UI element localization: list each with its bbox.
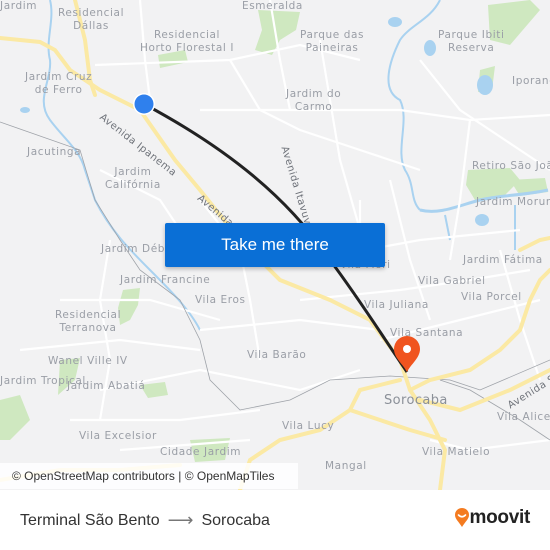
place-label: Cidade Jardim: [160, 446, 242, 458]
place-label: Jardim Morumbi: [476, 196, 550, 208]
place-label: Residencial Terranova: [55, 309, 122, 334]
brand-name: moovit: [469, 507, 531, 528]
place-label: Retiro São João: [472, 160, 550, 172]
destination-name: Sorocaba: [201, 511, 270, 529]
place-label: Vila Eros: [195, 294, 246, 306]
place-label: Jardim Abatiá: [67, 380, 146, 392]
moovit-pin-icon: [454, 508, 469, 527]
footer: Terminal São Bento ⟶ Sorocaba moovit: [0, 490, 550, 550]
place-label: Vila Barão: [247, 349, 307, 361]
place-label: Jardim Fátima: [463, 254, 543, 266]
city-label: Sorocaba: [384, 393, 448, 408]
moovit-logo[interactable]: moovit: [454, 507, 530, 529]
place-label: Vila Excelsior: [79, 430, 157, 442]
map-attribution[interactable]: © OpenStreetMap contributors | © OpenMap…: [0, 463, 298, 489]
place-label: Vila Juliana: [364, 299, 429, 311]
place-label: Parque das Paineiras: [300, 29, 365, 54]
arrow-right-icon: ⟶: [167, 510, 194, 530]
route-title: Terminal São Bento ⟶ Sorocaba: [20, 510, 270, 531]
destination-pin-icon[interactable]: [394, 336, 420, 372]
place-label: Wanel Ville IV: [48, 355, 128, 367]
place-label: Residencial Horto Florestal I: [140, 29, 235, 54]
place-label: Esmeralda: [242, 0, 303, 12]
place-label: Jardim Cruz de Ferro: [25, 71, 93, 96]
place-label: Jardim: [0, 0, 38, 12]
place-label: Jardim Califórnia: [105, 166, 161, 191]
place-label: Jardim Francine: [120, 274, 211, 286]
place-label: Vila Gabriel: [418, 275, 486, 287]
place-label: Iporanga: [512, 75, 550, 87]
origin-marker[interactable]: [133, 93, 155, 115]
place-label: Vila Alice: [497, 411, 550, 423]
place-label: Vila Lucy: [282, 420, 335, 432]
place-label: Vila Santana: [390, 327, 464, 339]
place-label: Mangal: [325, 460, 367, 472]
place-label: Vila Matielo: [422, 446, 491, 458]
place-label: Jardim do Carmo: [286, 88, 342, 113]
take-me-there-button[interactable]: Take me there: [165, 223, 385, 267]
place-label: Jacutinga: [27, 146, 82, 158]
place-label: Residencial Dállas: [58, 7, 125, 32]
place-label: Vila Porcel: [461, 291, 522, 303]
map-view[interactable]: Jardim Residencial Dállas Residencial Horto …: [0, 0, 550, 490]
origin-name: Terminal São Bento: [20, 511, 160, 529]
place-label: Parque Ibiti Reserva: [438, 29, 505, 54]
